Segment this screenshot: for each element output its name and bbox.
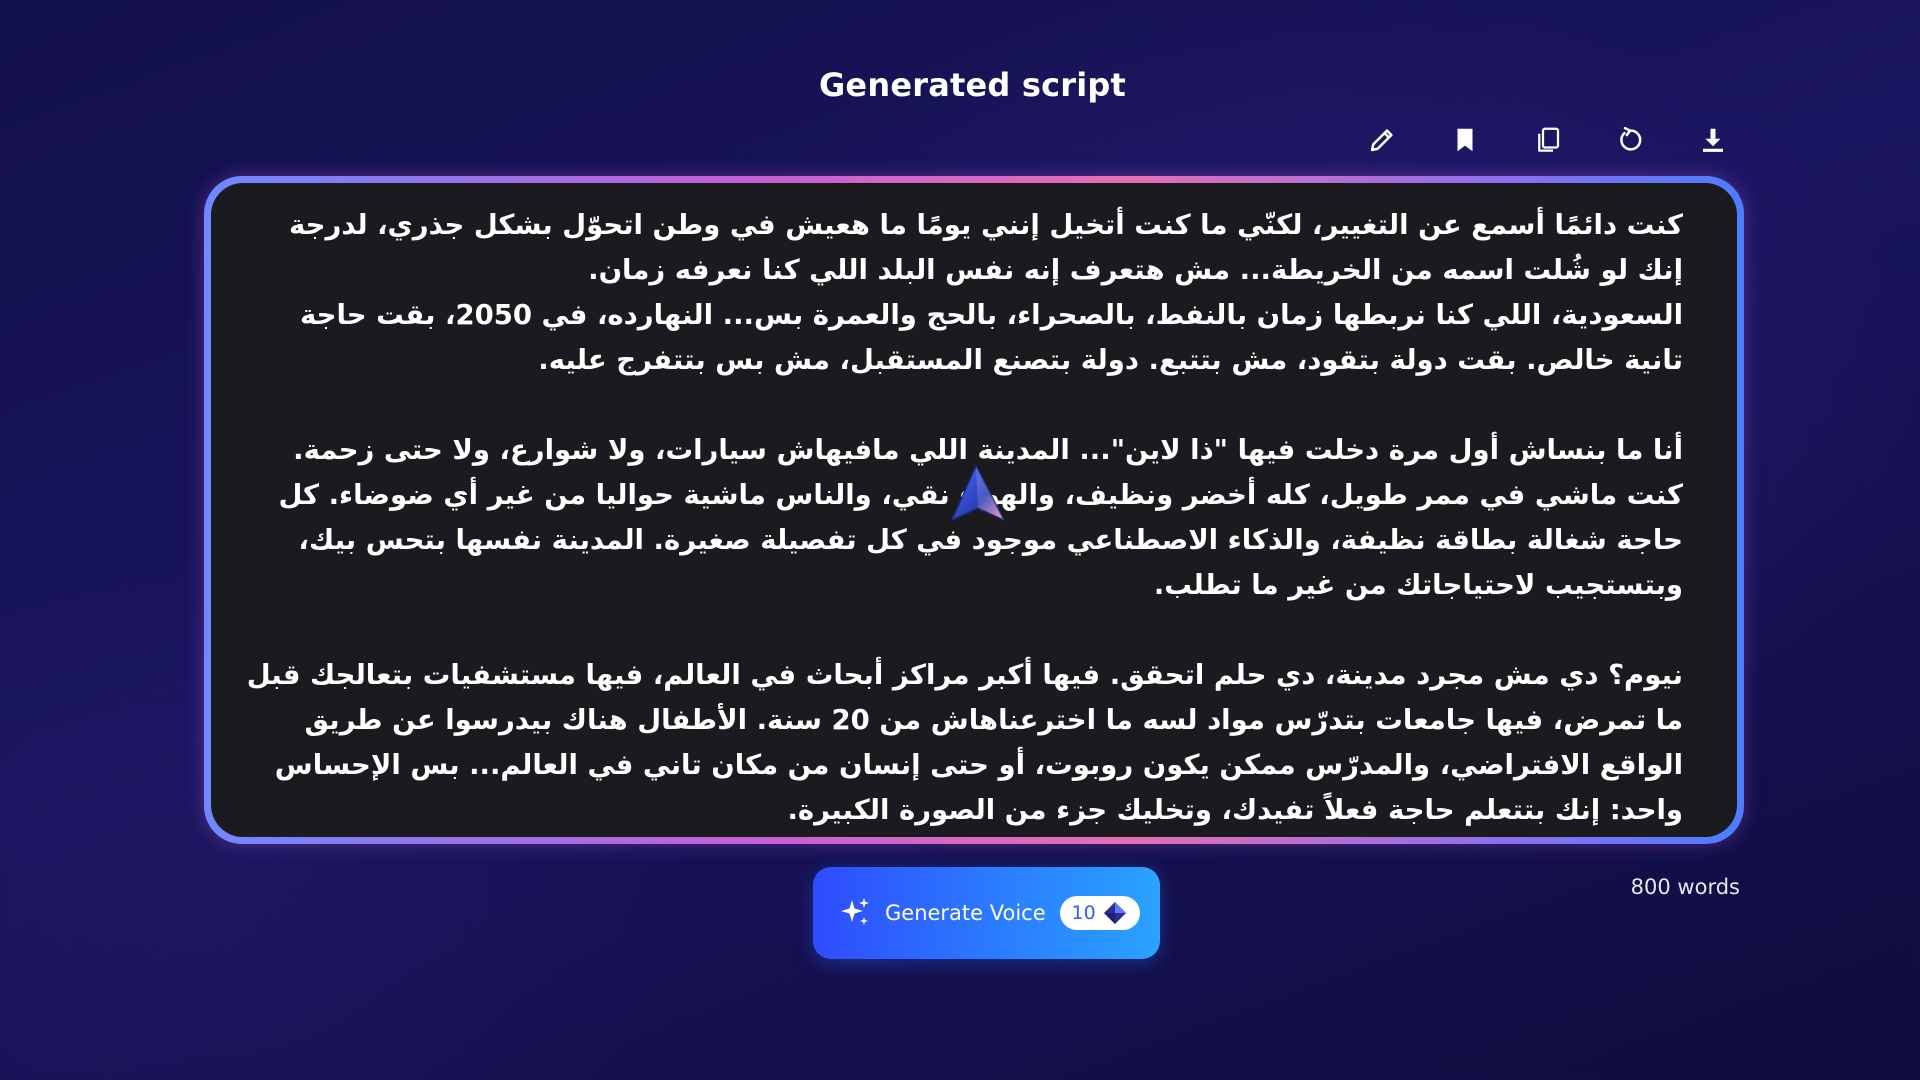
copy-button[interactable] [1526, 118, 1570, 162]
page-title: Generated script [818, 66, 1127, 104]
generate-voice-button[interactable]: Generate Voice 10 [813, 867, 1160, 959]
script-paragraph-2: أنا ما بنساش أول مرة دخلت فيها "ذا لاين"… [278, 434, 1683, 601]
copy-icon [1537, 127, 1559, 152]
edit-icon [1370, 129, 1393, 152]
regenerate-button[interactable] [1608, 118, 1652, 162]
diamond-icon [1103, 902, 1126, 924]
script-paragraph-3: نيوم؟ دي مش مجرد مدينة، دي حلم اتحقق. في… [246, 659, 1683, 826]
download-button[interactable] [1691, 118, 1735, 162]
credit-count: 10 [1071, 902, 1096, 924]
edit-button[interactable] [1360, 118, 1404, 162]
bookmark-icon [1457, 128, 1473, 152]
script-text[interactable]: كنت دائمًا أسمع عن التغيير، لكنّي ما كنت… [241, 203, 1683, 833]
sparkle-icon [841, 898, 869, 925]
download-icon [1703, 128, 1723, 152]
word-count: 800 words [1630, 875, 1740, 899]
credit-badge: 10 [1059, 896, 1140, 930]
generate-voice-label: Generate Voice [885, 901, 1046, 925]
script-paragraph-1: كنت دائمًا أسمع عن التغيير، لكنّي ما كنت… [289, 209, 1683, 376]
bookmark-button[interactable] [1443, 118, 1487, 162]
script-toolbar [1360, 118, 1735, 162]
regenerate-icon [1620, 126, 1642, 151]
script-panel-inner: كنت دائمًا أسمع عن التغيير، لكنّي ما كنت… [211, 183, 1737, 837]
script-panel: كنت دائمًا أسمع عن التغيير، لكنّي ما كنت… [204, 176, 1744, 844]
